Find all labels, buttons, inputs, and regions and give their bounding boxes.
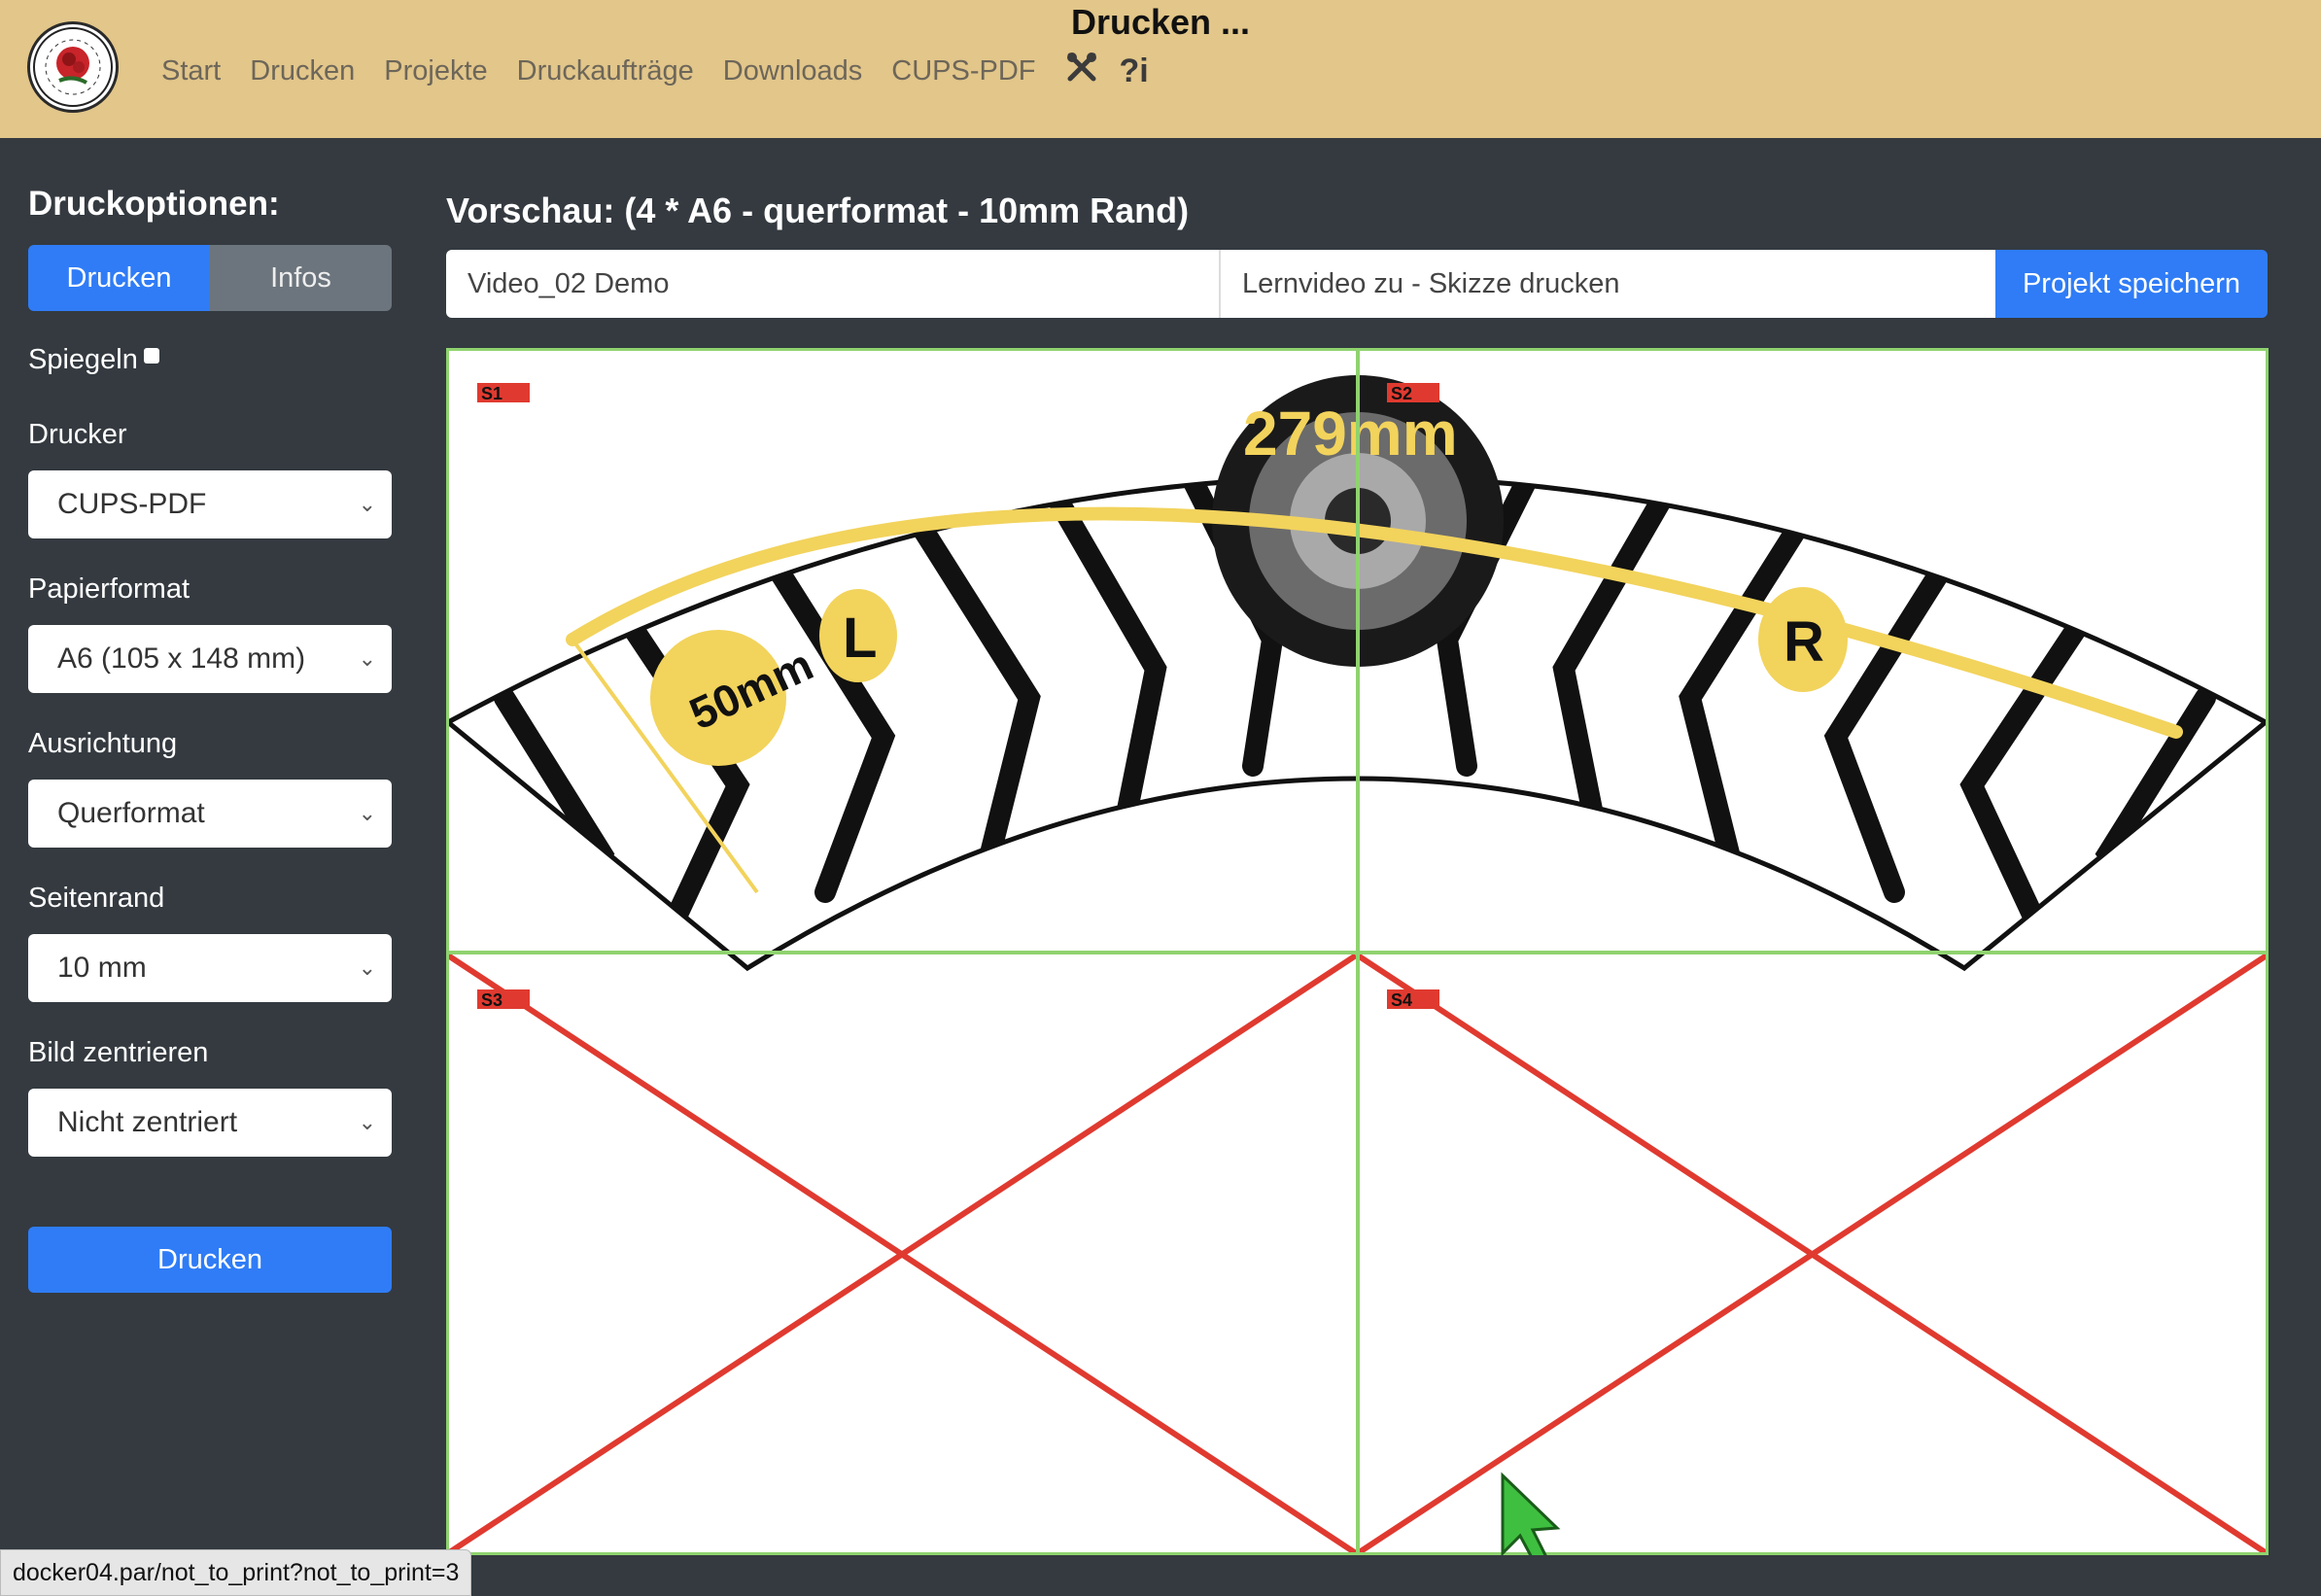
chevron-down-icon: ⌄ bbox=[358, 492, 376, 516]
margin-value: 10 mm bbox=[57, 952, 147, 984]
paper-label: Papierformat bbox=[28, 573, 191, 605]
orientation-value: Querformat bbox=[57, 797, 205, 829]
mirror-checkbox[interactable] bbox=[143, 347, 159, 364]
main-nav: Start Drucken Projekte Druckaufträge Dow… bbox=[161, 51, 1170, 92]
sheet-label-s1: S1 bbox=[477, 383, 530, 403]
nav-cups-pdf[interactable]: CUPS-PDF bbox=[891, 55, 1035, 87]
chevron-down-icon: ⌄ bbox=[358, 801, 376, 825]
print-preview: 279mm 50mm L R S1 S2 S3 S4 bbox=[443, 348, 2270, 1565]
save-project-button[interactable]: Projekt speichern bbox=[1995, 250, 2268, 318]
top-navbar: Drucken ... Start Drucken Projekte Druck… bbox=[0, 0, 2321, 138]
app-title: Drucken ... bbox=[1070, 2, 1251, 42]
center-value: Nicht zentriert bbox=[57, 1106, 238, 1138]
svg-text:S1: S1 bbox=[481, 384, 502, 403]
sketch-length-label: 279mm bbox=[1243, 399, 1458, 468]
preview-title: Vorschau: (4 * A6 - querformat - 10mm Ra… bbox=[446, 191, 1190, 230]
preview-sheets: 279mm 50mm L R S1 S2 S3 S4 bbox=[443, 348, 2270, 1565]
margin-select[interactable]: 10 mm ⌄ bbox=[28, 934, 392, 1002]
svg-text:S4: S4 bbox=[1391, 990, 1412, 1010]
nav-druckauftraege[interactable]: Druckaufträge bbox=[517, 55, 694, 87]
chevron-down-icon: ⌄ bbox=[358, 646, 376, 671]
printer-value: CUPS-PDF bbox=[57, 488, 207, 520]
project-name-input[interactable]: Video_02 Demo bbox=[446, 250, 1221, 318]
print-options-sidebar: Druckoptionen: Drucken Infos Spiegeln Dr… bbox=[28, 185, 392, 1293]
nav-downloads[interactable]: Downloads bbox=[723, 55, 862, 87]
print-button[interactable]: Drucken bbox=[28, 1227, 392, 1293]
status-bar-url: docker04.par/not_to_print?not_to_print=3 bbox=[0, 1549, 472, 1596]
orientation-label: Ausrichtung bbox=[28, 728, 178, 759]
printer-label: Drucker bbox=[28, 419, 127, 450]
chevron-down-icon: ⌄ bbox=[358, 955, 376, 980]
cursor-arrow-icon bbox=[1501, 1472, 1561, 1565]
sheet-label-s2: S2 bbox=[1387, 383, 1439, 403]
sheet-label-s4: S4 bbox=[1387, 989, 1439, 1010]
nav-start[interactable]: Start bbox=[161, 55, 221, 87]
sketch-right-label: R bbox=[1784, 610, 1824, 674]
nav-projekte[interactable]: Projekte bbox=[384, 55, 487, 87]
sketch-left-label: L bbox=[843, 607, 877, 670]
printer-select[interactable]: CUPS-PDF ⌄ bbox=[28, 470, 392, 538]
tab-infos[interactable]: Infos bbox=[210, 245, 392, 311]
option-tabs: Drucken Infos bbox=[28, 245, 392, 311]
sidebar-heading: Druckoptionen: bbox=[28, 185, 280, 223]
mirror-label: Spiegeln bbox=[28, 344, 138, 375]
sheet-label-s3: S3 bbox=[477, 989, 530, 1010]
paper-value: A6 (105 x 148 mm) bbox=[57, 642, 306, 675]
chevron-down-icon: ⌄ bbox=[358, 1110, 376, 1134]
mirror-option: Spiegeln bbox=[28, 344, 392, 376]
orientation-select[interactable]: Querformat ⌄ bbox=[28, 780, 392, 848]
tab-drucken[interactable]: Drucken bbox=[28, 245, 210, 311]
tools-icon[interactable] bbox=[1065, 51, 1098, 92]
help-icon[interactable]: ?i bbox=[1120, 52, 1149, 90]
margin-label: Seitenrand bbox=[28, 883, 165, 914]
svg-text:S2: S2 bbox=[1391, 384, 1412, 403]
paper-select[interactable]: A6 (105 x 148 mm) ⌄ bbox=[28, 625, 392, 693]
project-bar: Video_02 Demo Lernvideo zu - Skizze druc… bbox=[446, 250, 2268, 318]
center-label: Bild zentrieren bbox=[28, 1037, 209, 1068]
center-select[interactable]: Nicht zentriert ⌄ bbox=[28, 1089, 392, 1157]
nav-drucken[interactable]: Drucken bbox=[250, 55, 355, 87]
svg-text:S3: S3 bbox=[481, 990, 502, 1010]
project-description-input[interactable]: Lernvideo zu - Skizze drucken bbox=[1221, 250, 1995, 318]
